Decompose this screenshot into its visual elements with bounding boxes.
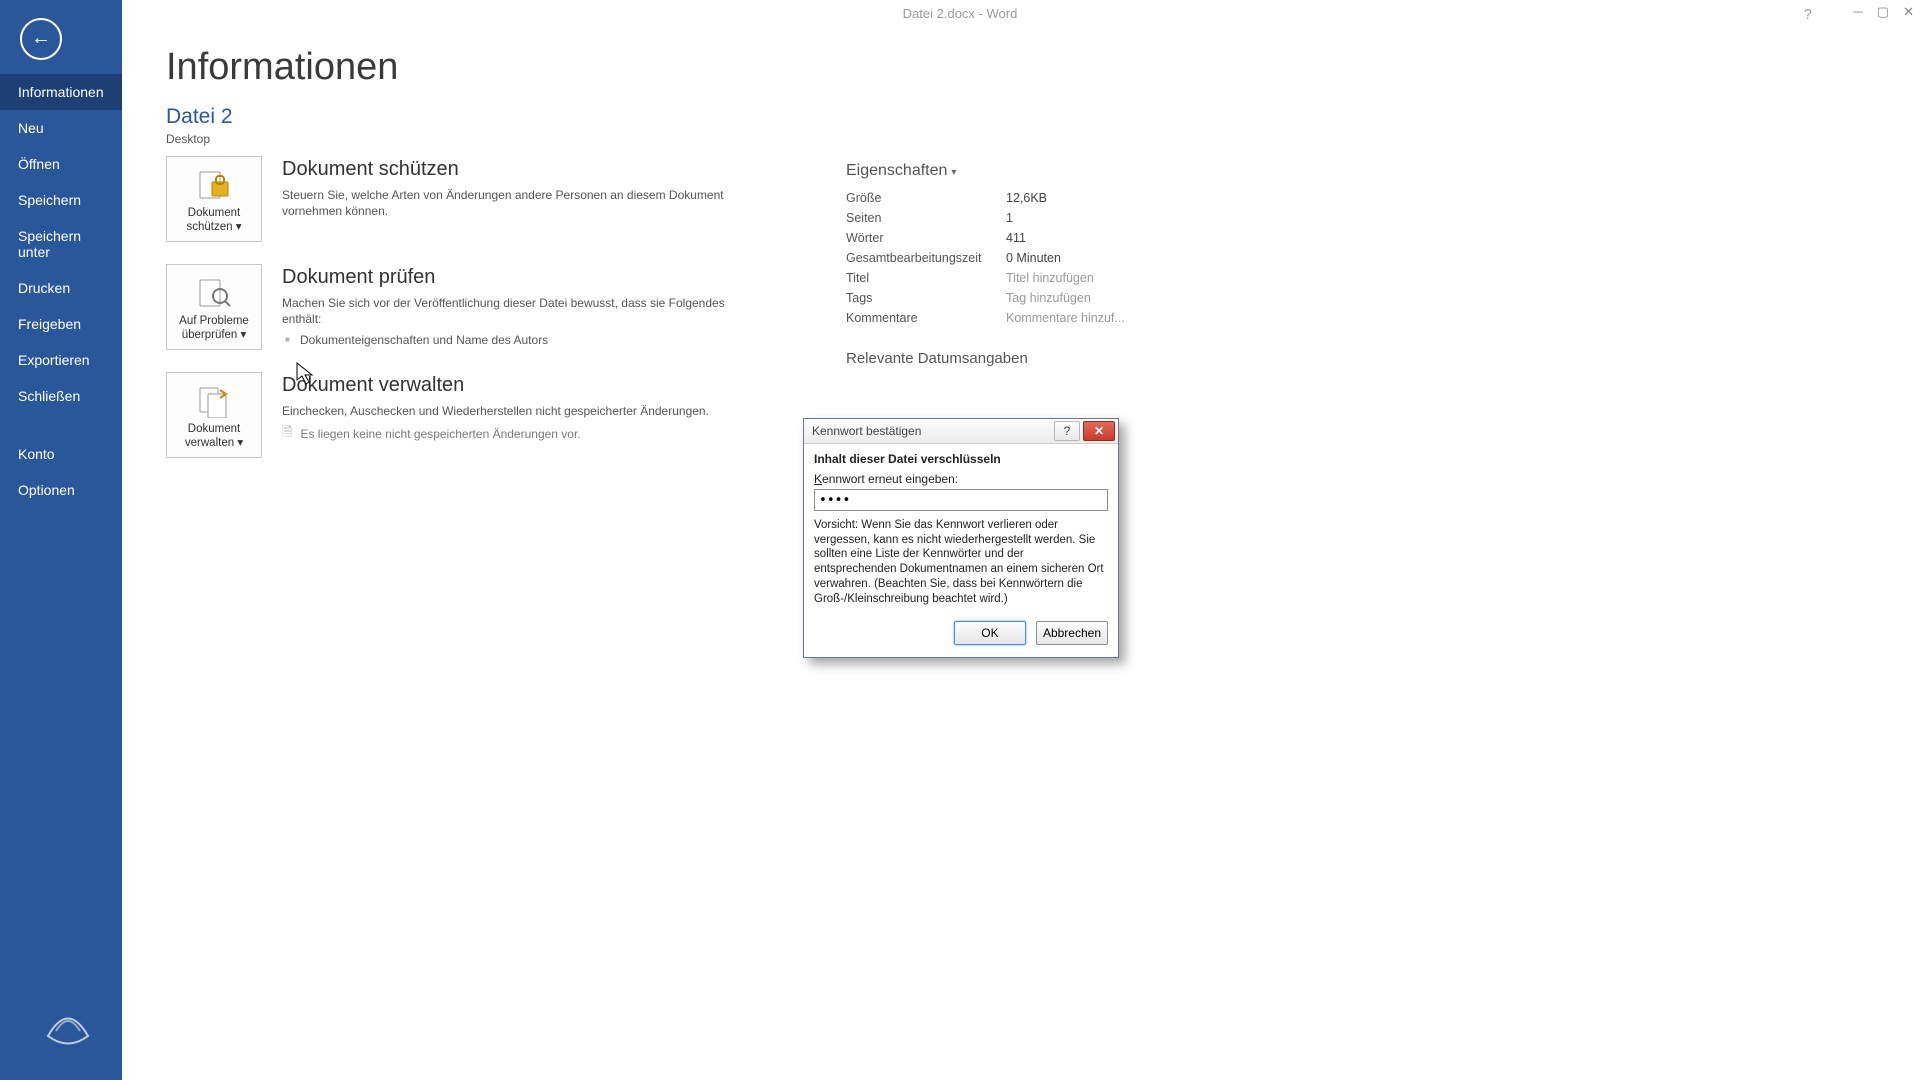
prop-value-placeholder[interactable]: Tag hinzufügen xyxy=(1006,291,1091,305)
maximize-button[interactable]: ▢ xyxy=(1877,4,1889,20)
backstage-sidebar: ← Informationen Neu Öffnen Speichern Spe… xyxy=(0,0,122,1080)
nav-drucken[interactable]: Drucken xyxy=(0,270,122,306)
inspect-bullet-1: Dokumenteigenschaften und Name des Autor… xyxy=(282,333,846,347)
nav-exportieren[interactable]: Exportieren xyxy=(0,342,122,378)
nav-optionen[interactable]: Optionen xyxy=(0,472,122,508)
nav-neu[interactable]: Neu xyxy=(0,110,122,146)
prop-value: 1 xyxy=(1006,211,1013,225)
protect-document-button[interactable]: Dokument schützen ▾ xyxy=(166,156,262,242)
manage-heading: Dokument verwalten xyxy=(282,374,846,397)
manage-desc: Einchecken, Auschecken und Wiederherstel… xyxy=(282,403,752,419)
confirm-password-dialog: Kennwort bestätigen ? ✕ Inhalt dieser Da… xyxy=(803,418,1119,658)
minimize-button[interactable]: ─ xyxy=(1854,4,1863,20)
cancel-button[interactable]: Abbrechen xyxy=(1036,621,1108,645)
document-path: Desktop xyxy=(166,132,1920,146)
nav-informationen[interactable]: Informationen xyxy=(0,74,122,110)
prop-key: Größe xyxy=(846,191,1006,205)
prop-key: Wörter xyxy=(846,231,1006,245)
inspect-desc: Machen Sie sich vor der Veröffentlichung… xyxy=(282,295,752,327)
nav-schliessen[interactable]: Schließen xyxy=(0,378,122,414)
info-sections: Dokument schützen ▾ Dokument schützen St… xyxy=(166,156,846,480)
prop-value: 411 xyxy=(1006,231,1026,245)
prop-value-placeholder[interactable]: Titel hinzufügen xyxy=(1006,271,1094,285)
protect-desc: Steuern Sie, welche Arten von Änderungen… xyxy=(282,187,752,219)
dialog-warning-text: Vorsicht: Wenn Sie das Kennwort verliere… xyxy=(814,518,1108,606)
prop-key: Kommentare xyxy=(846,311,1006,325)
no-unsaved-text: Es liegen keine nicht gespeicherten Ände… xyxy=(300,427,580,441)
check-for-issues-label: Auf Probleme überprüfen ▾ xyxy=(167,315,261,341)
nav-oeffnen[interactable]: Öffnen xyxy=(0,146,122,182)
page-title: Informationen xyxy=(166,46,1920,89)
protect-document-label: Dokument schützen ▾ xyxy=(167,207,261,233)
prop-key: Tags xyxy=(846,291,1006,305)
document-name: Datei 2 xyxy=(166,105,1920,129)
relevant-dates-heading: Relevante Datumsangaben xyxy=(846,350,1266,367)
help-icon[interactable]: ? xyxy=(1804,6,1812,23)
prop-key: Titel xyxy=(846,271,1006,285)
dialog-titlebar[interactable]: Kennwort bestätigen ? ✕ xyxy=(804,419,1118,444)
prop-value: 12,6KB xyxy=(1006,191,1047,205)
window-title: Datei 2.docx - Word xyxy=(0,0,1920,28)
password-input[interactable] xyxy=(814,489,1108,511)
dialog-title-text: Kennwort bestätigen xyxy=(812,424,921,438)
nav-konto[interactable]: Konto xyxy=(0,436,122,472)
title-bar: Datei 2.docx - Word ? ─ ▢ ✕ xyxy=(0,0,1920,28)
logo-icon xyxy=(38,996,98,1056)
prop-value: 0 Minuten xyxy=(1006,251,1061,265)
inspect-heading: Dokument prüfen xyxy=(282,266,846,289)
dialog-heading: Inhalt dieser Datei verschlüsseln xyxy=(814,452,1108,466)
manage-document-button[interactable]: Dokument verwalten ▾ xyxy=(166,372,262,458)
backstage-nav: Informationen Neu Öffnen Speichern Speic… xyxy=(0,74,122,508)
properties-heading[interactable]: Eigenschaften▾ xyxy=(846,162,1266,180)
manage-icon xyxy=(193,383,235,419)
protect-heading: Dokument schützen xyxy=(282,158,846,181)
manage-document-section: Dokument verwalten ▾ Dokument verwalten … xyxy=(166,372,846,458)
dialog-close-button[interactable]: ✕ xyxy=(1083,421,1115,441)
chevron-down-icon: ▾ xyxy=(951,167,956,178)
inspect-icon xyxy=(193,275,235,311)
dialog-help-button[interactable]: ? xyxy=(1054,421,1080,441)
manage-document-label: Dokument verwalten ▾ xyxy=(167,423,261,449)
lock-icon xyxy=(193,167,235,203)
nav-speichern[interactable]: Speichern xyxy=(0,182,122,218)
prop-key: Seiten xyxy=(846,211,1006,225)
password-label: Kennwort erneut eingeben: xyxy=(814,472,1108,486)
protect-document-section: Dokument schützen ▾ Dokument schützen St… xyxy=(166,156,846,242)
ok-button[interactable]: OK xyxy=(954,621,1026,645)
nav-speichern-unter[interactable]: Speichern unter xyxy=(0,218,122,270)
check-for-issues-button[interactable]: Auf Probleme überprüfen ▾ xyxy=(166,264,262,350)
close-window-button[interactable]: ✕ xyxy=(1903,4,1914,20)
nav-freigeben[interactable]: Freigeben xyxy=(0,306,122,342)
back-button[interactable]: ← xyxy=(20,18,62,60)
inspect-document-section: Auf Probleme überprüfen ▾ Dokument prüfe… xyxy=(166,264,846,350)
document-icon: 🗎 xyxy=(282,423,292,445)
prop-value-placeholder[interactable]: Kommentare hinzuf... xyxy=(1006,311,1125,325)
prop-key: Gesamtbearbeitungszeit xyxy=(846,251,1006,265)
